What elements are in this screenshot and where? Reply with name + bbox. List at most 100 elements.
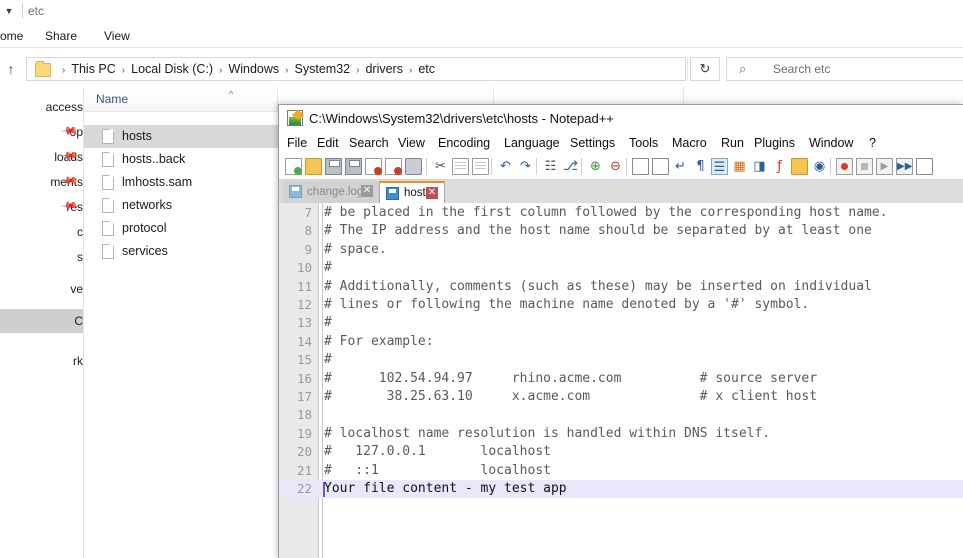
address-bar[interactable]: › This PC › Local Disk (C:) › Windows › System3… (26, 57, 707, 81)
menu-item-view[interactable]: View (398, 133, 425, 154)
cut-icon[interactable]: ✂ (432, 158, 449, 175)
function-list-icon[interactable]: ƒ (771, 158, 788, 175)
ribbon-tab-view[interactable]: View (104, 24, 130, 48)
editor-line[interactable]: 13 # (279, 314, 963, 332)
text-editor[interactable]: 7 # be placed in the first column followe… (279, 203, 963, 558)
sync-vertical-scrolling-icon[interactable] (632, 158, 649, 175)
breadcrumb-item-system32[interactable]: System32 (294, 62, 352, 76)
run-macro-multiple-times-icon[interactable]: ▶▶ (896, 158, 913, 175)
sidebar-item-label: access (45, 100, 83, 114)
show-all-characters-icon[interactable]: ¶ (692, 158, 709, 175)
menu-item-tools[interactable]: Tools (629, 133, 658, 154)
address-bar-row: ↑ › This PC › Local Disk (C:) › Windows › Syste… (0, 52, 963, 86)
close-icon[interactable]: ✕ (426, 187, 438, 199)
editor-line[interactable]: 14 # For example: (279, 333, 963, 351)
editor-line[interactable]: 20 # 127.0.0.1 localhost (279, 443, 963, 461)
search-input-placeholder[interactable]: Search etc (773, 61, 830, 77)
undo-icon[interactable]: ↶ (497, 158, 514, 175)
editor-line[interactable]: 7 # be placed in the first column followe… (279, 204, 963, 222)
monitoring-eye-icon[interactable]: ◉ (811, 158, 828, 175)
editor-line[interactable]: 11 # Additionally, comments (such as thes… (279, 278, 963, 296)
save-current-macro-icon[interactable] (916, 158, 933, 175)
stop-recording-macro-icon[interactable] (856, 158, 873, 175)
editor-line[interactable]: 8 # The IP address and the host name shou… (279, 222, 963, 240)
sidebar-item-downloads[interactable]: loads 📌 (0, 145, 83, 169)
ribbon-tab-share[interactable]: Share (45, 24, 77, 48)
user-defined-dialog-icon[interactable]: ▦ (731, 158, 748, 175)
start-recording-macro-icon[interactable] (836, 158, 853, 175)
breadcrumb-item-windows[interactable]: Windows (227, 62, 280, 76)
refresh-button[interactable]: ↻ (690, 57, 720, 81)
menu-item-plugins[interactable]: Plugins (754, 133, 795, 154)
line-number: 13 (296, 315, 312, 331)
editor-line[interactable]: 15 # (279, 351, 963, 369)
new-file-icon[interactable] (285, 158, 302, 175)
menu-item-search[interactable]: Search (349, 133, 389, 154)
menu-item-macro[interactable]: Macro (672, 133, 707, 154)
close-all-files-icon[interactable] (385, 158, 402, 175)
close-file-icon[interactable] (365, 158, 382, 175)
editor-line-current[interactable]: 22 Your file content - my test app (279, 480, 963, 499)
quick-access-toolbar-chevron-down-icon[interactable]: ▼ (2, 4, 16, 18)
playback-macro-icon[interactable]: ▶ (876, 158, 893, 175)
sidebar-item-videos[interactable]: s (0, 245, 83, 269)
open-file-icon[interactable] (305, 158, 322, 175)
sidebar-item-quick-access[interactable]: access (0, 95, 83, 119)
editor-line[interactable]: 18 (279, 406, 963, 424)
menu-item-window[interactable]: Window (809, 133, 853, 154)
line-number: 14 (296, 333, 312, 349)
menu-item-language[interactable]: Language (504, 133, 560, 154)
breadcrumb-item-etc[interactable]: etc (417, 62, 436, 76)
menu-item-file[interactable]: File (287, 133, 307, 154)
close-icon[interactable]: ✕ (361, 185, 373, 197)
sidebar-item-onedrive[interactable]: ve (0, 277, 83, 301)
file-icon (102, 221, 114, 236)
editor-line[interactable]: 9 # space. (279, 241, 963, 259)
sync-horizontal-scrolling-icon[interactable] (652, 158, 669, 175)
sidebar-item-network[interactable]: rk (0, 349, 83, 373)
menu-item-encoding[interactable]: Encoding (438, 133, 490, 154)
tab-change-log[interactable]: change.log ✕ (283, 181, 379, 203)
word-wrap-icon[interactable]: ↵ (672, 158, 689, 175)
breadcrumb-item-this-pc[interactable]: This PC (70, 62, 116, 76)
print-icon[interactable] (405, 158, 422, 175)
sidebar-item-this-pc[interactable]: C (0, 309, 83, 333)
copy-icon[interactable] (452, 158, 469, 175)
breadcrumb-item-local-disk[interactable]: Local Disk (C:) (130, 62, 214, 76)
file-icon (102, 244, 114, 259)
sidebar-item-music[interactable]: c (0, 220, 83, 244)
navigate-up-icon[interactable]: ↑ (2, 60, 20, 78)
editor-line[interactable]: 16 # 102.54.94.97 rhino.acme.com # source… (279, 370, 963, 388)
ribbon-tab-home[interactable]: ome (0, 24, 23, 48)
menu-item-edit[interactable]: Edit (317, 133, 339, 154)
replace-icon[interactable]: ⎇ (562, 158, 579, 175)
menu-item-run[interactable]: Run (721, 133, 744, 154)
sidebar-item-label: ve (70, 282, 83, 296)
sidebar-item-pictures[interactable]: res 📌 (0, 195, 83, 219)
search-box[interactable]: ⌕ Search etc (726, 57, 963, 81)
editor-line[interactable]: 12 # lines or following the machine name … (279, 296, 963, 314)
editor-line[interactable]: 19 # localhost name resolution is handled… (279, 425, 963, 443)
tab-hosts[interactable]: hosts ✕ (379, 181, 445, 203)
document-map-icon[interactable]: ◨ (751, 158, 768, 175)
menu-item-settings[interactable]: Settings (570, 133, 615, 154)
breadcrumb-separator-3: › (285, 65, 289, 76)
editor-line[interactable]: 10 # (279, 259, 963, 277)
zoom-out-icon[interactable]: ⊖ (607, 158, 624, 175)
editor-line[interactable]: 21 # ::1 localhost (279, 462, 963, 480)
sidebar-item-label: s (77, 250, 83, 264)
indent-guideline-icon[interactable]: ☰ (711, 158, 728, 175)
sidebar-item-desktop[interactable]: op 📌 (0, 120, 83, 144)
column-header-name[interactable]: Name ^ (84, 87, 278, 111)
find-icon[interactable]: ☷ (542, 158, 559, 175)
folder-as-workspace-icon[interactable] (791, 158, 808, 175)
save-all-icon[interactable] (345, 158, 362, 175)
zoom-in-icon[interactable]: ⊕ (587, 158, 604, 175)
menu-item-help[interactable]: ? (869, 133, 876, 154)
paste-icon[interactable] (472, 158, 489, 175)
sidebar-item-documents[interactable]: ments 📌 (0, 170, 83, 194)
save-icon[interactable] (325, 158, 342, 175)
editor-line[interactable]: 17 # 38.25.63.10 x.acme.com # x client ho… (279, 388, 963, 406)
breadcrumb-item-drivers[interactable]: drivers (364, 62, 404, 76)
redo-icon[interactable]: ↷ (517, 158, 534, 175)
